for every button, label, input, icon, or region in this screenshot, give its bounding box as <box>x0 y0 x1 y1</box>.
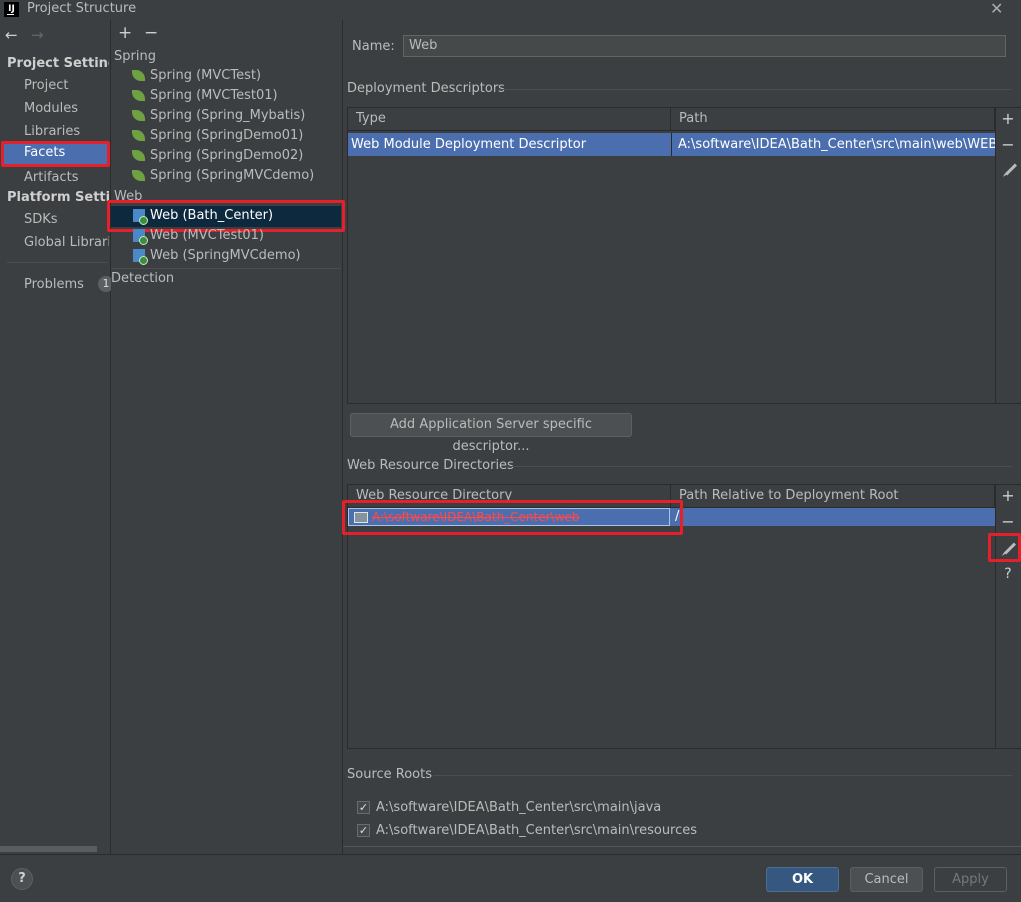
edit-descriptor-pencil-icon[interactable] <box>1001 160 1018 178</box>
source-roots-heading: Source Roots <box>347 767 433 782</box>
column-header-relative-path[interactable]: Path Relative to Deployment Root <box>671 485 995 508</box>
name-field[interactable]: Web <box>403 35 1006 57</box>
add-web-resource-icon[interactable]: + <box>996 486 1020 505</box>
web-facet-icon <box>133 229 148 245</box>
add-app-server-descriptor-button[interactable]: Add Application Server specific descript… <box>350 413 632 454</box>
add-descriptor-icon[interactable]: + <box>996 109 1020 128</box>
web-resource-directories-heading: Web Resource Directories <box>347 458 514 473</box>
title-bar: IJ Project Structure ✕ <box>0 0 1021 20</box>
back-arrow-icon[interactable]: ← <box>5 26 18 44</box>
descriptor-type-cell: Web Module Deployment Descriptor <box>351 137 587 152</box>
left-nav-scrollbar[interactable] <box>0 846 97 852</box>
remove-descriptor-icon[interactable]: − <box>996 135 1020 154</box>
descriptor-path-cell: A:\software\IDEA\Bath_Center\src\main\we… <box>678 137 995 152</box>
tree-divider <box>111 268 341 269</box>
right-panel-scrollbar[interactable] <box>343 846 1021 847</box>
nav-divider <box>7 262 107 263</box>
close-icon[interactable]: ✕ <box>990 0 1003 18</box>
deployment-descriptors-heading: Deployment Descriptors <box>347 81 505 96</box>
intellij-app-icon: IJ <box>4 2 19 17</box>
highlight-edit-icon <box>988 533 1021 562</box>
section-separator <box>507 466 1012 467</box>
column-header-path[interactable]: Path <box>671 108 995 131</box>
platform-settings-heading: Platform Settings <box>7 190 109 205</box>
source-root-checkbox[interactable]: ✓ <box>357 801 370 814</box>
tree-group-spring: Spring <box>114 49 156 64</box>
help-button[interactable]: ? <box>11 868 33 890</box>
tree-item-detection[interactable]: Detection <box>111 271 174 286</box>
highlight-web-resource-row <box>342 500 683 535</box>
nav-item-problems[interactable]: Problems <box>24 277 94 292</box>
source-root-java: A:\software\IDEA\Bath_Center\src\main\ja… <box>376 800 662 815</box>
facets-tree-panel <box>111 20 343 854</box>
forward-arrow-icon[interactable]: → <box>31 26 44 44</box>
window-title: Project Structure <box>27 1 137 16</box>
nav-item-modules[interactable]: Modules <box>24 101 109 116</box>
cancel-button[interactable]: Cancel <box>850 867 923 892</box>
nav-item-global-libraries[interactable]: Global Libraries <box>24 235 109 250</box>
web-facet-icon <box>133 249 148 265</box>
column-header-type[interactable]: Type <box>348 108 671 131</box>
highlight-facets <box>1 141 110 167</box>
help-question-icon[interactable]: ? <box>996 566 1020 582</box>
nav-item-artifacts[interactable]: Artifacts <box>24 170 109 185</box>
remove-web-resource-icon[interactable]: − <box>996 512 1020 531</box>
section-separator <box>497 89 1012 90</box>
ok-button[interactable]: OK <box>766 867 839 892</box>
project-settings-heading: Project Settings <box>7 56 109 71</box>
source-root-resources: A:\software\IDEA\Bath_Center\src\main\re… <box>376 823 698 838</box>
source-root-checkbox[interactable]: ✓ <box>357 824 370 837</box>
cell-divider <box>671 133 672 156</box>
name-label: Name: <box>352 39 395 54</box>
nav-item-libraries[interactable]: Libraries <box>24 124 109 139</box>
nav-item-sdks[interactable]: SDKs <box>24 212 109 227</box>
remove-facet-icon[interactable]: − <box>144 23 158 43</box>
add-facet-icon[interactable]: + <box>118 23 132 43</box>
nav-item-project[interactable]: Project <box>24 78 109 93</box>
apply-button[interactable]: Apply <box>934 867 1007 892</box>
section-separator <box>433 775 1012 776</box>
